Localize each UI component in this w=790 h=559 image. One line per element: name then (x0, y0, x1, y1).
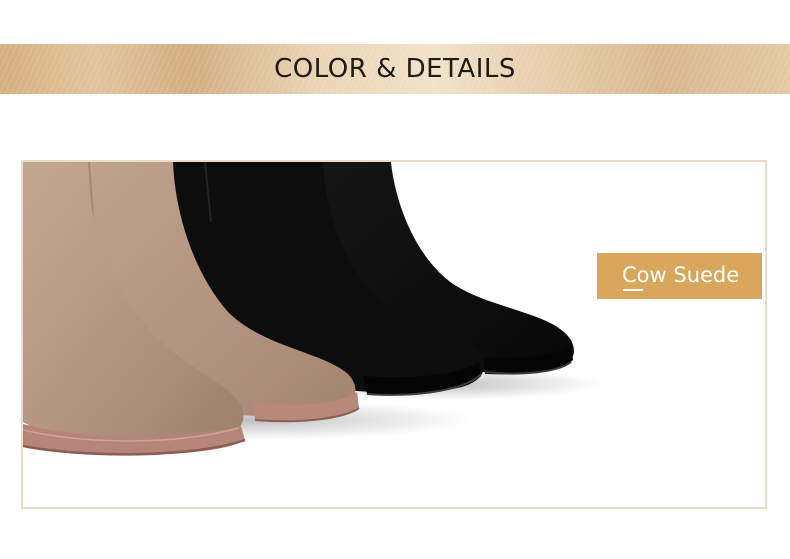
material-tag-underline (623, 289, 643, 291)
section-title: COLOR & DETAILS (274, 54, 516, 84)
section-banner: COLOR & DETAILS (0, 44, 790, 94)
material-tag: Cow Suede (597, 253, 762, 299)
product-photo-frame (21, 160, 767, 509)
suede-boots-photo (23, 162, 765, 507)
material-tag-label: Cow Suede (622, 263, 740, 287)
